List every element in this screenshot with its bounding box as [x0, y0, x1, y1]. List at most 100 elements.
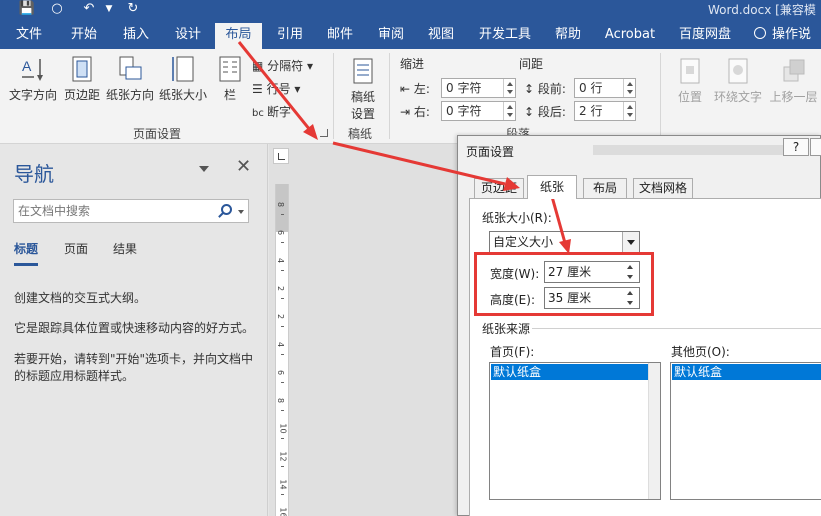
page-setup-group-label: 页面设置: [133, 127, 182, 141]
paper-size-select[interactable]: 自定义大小: [489, 231, 640, 253]
tab-paper[interactable]: 纸张: [527, 175, 577, 199]
first-page-listbox[interactable]: 默认纸盒: [489, 362, 661, 500]
draft-setup-button[interactable]: 稿纸 设置: [343, 57, 383, 122]
spacing-before-input[interactable]: 0 行: [574, 78, 636, 98]
tab-references[interactable]: 引用: [268, 20, 312, 49]
list-item[interactable]: 默认纸盒: [672, 364, 821, 380]
annotation-highlight-box: [474, 252, 654, 316]
text-direction-button[interactable]: A 文字方向: [6, 55, 60, 103]
orientation-icon: [119, 56, 142, 80]
indent-right-label: ⇥ 右:: [400, 105, 430, 119]
undo-dropdown-icon[interactable]: ▼: [100, 1, 118, 17]
line-numbers-icon: ☰: [252, 82, 267, 96]
position-button[interactable]: 位置: [673, 57, 707, 105]
ruler-tick: [281, 410, 284, 411]
size-button[interactable]: 纸张大小: [157, 55, 209, 103]
other-pages-listbox[interactable]: 默认纸盒: [670, 362, 821, 500]
spacing-before-spinner[interactable]: [623, 79, 635, 97]
tab-tell-me[interactable]: 操作说明: [754, 20, 821, 71]
navigation-pane: 导航 ✕ 在文档中搜索 标题 页面 结果 创建文档的交互式大纲。 它是跟踪具体位…: [0, 144, 268, 516]
nav-help-text: 创建文档的交互式大纲。: [14, 291, 147, 305]
scrollbar[interactable]: [648, 363, 660, 499]
ruler-tick: [281, 214, 284, 215]
tab-acrobat[interactable]: Acrobat: [600, 20, 660, 49]
page-setup-launcher-icon[interactable]: [320, 129, 328, 137]
autosave-icon[interactable]: ○: [48, 1, 66, 17]
close-icon[interactable]: ✕: [236, 156, 251, 177]
help-button[interactable]: ?: [783, 138, 809, 156]
tab-margins[interactable]: 页边距: [474, 178, 524, 198]
spacing-after-input[interactable]: 2 行: [574, 101, 636, 121]
ribbon-tabs: 文件 开始 插入 设计 布局 引用 邮件 审阅 视图 开发工具 帮助 Acrob…: [0, 20, 821, 71]
ruler-tick: [281, 354, 284, 355]
tab-mailings[interactable]: 邮件: [318, 20, 362, 49]
group-separator: [333, 53, 334, 139]
ruler-number: 4: [276, 257, 286, 264]
tab-stop-selector-icon[interactable]: [273, 148, 289, 164]
paper-size-label: 纸张大小(R):: [482, 211, 552, 225]
tab-review[interactable]: 审阅: [369, 20, 413, 49]
breaks-button[interactable]: ▦ 分隔符 ▾: [252, 57, 313, 74]
nav-options-dropdown-icon[interactable]: [199, 166, 209, 172]
close-button[interactable]: [810, 138, 821, 156]
line-numbers-button[interactable]: ☰ 行号 ▾: [252, 80, 300, 97]
tab-design[interactable]: 设计: [166, 20, 210, 49]
columns-button[interactable]: 栏: [214, 55, 246, 103]
tab-results[interactable]: 结果: [113, 240, 137, 257]
ruler-number: 6: [276, 229, 286, 236]
ruler-number: 4: [276, 341, 286, 348]
ribbon: A 文字方向 页边距 纸张方向 纸张大小 栏 ▦ 分隔符 ▾ ☰ 行号 ▾ bc…: [0, 49, 821, 144]
indent-right-input[interactable]: 0 字符: [441, 101, 516, 121]
undo-icon[interactable]: ↶: [80, 1, 98, 17]
tab-pages[interactable]: 页面: [64, 240, 88, 257]
document-title: Word.docx [兼容模: [708, 3, 816, 17]
tab-layout[interactable]: 布局: [583, 178, 627, 198]
ruler-number: 10: [278, 423, 288, 434]
draft-group-label: 稿纸: [348, 127, 373, 141]
bring-forward-button[interactable]: 上移一层: [766, 57, 821, 105]
paper-size-icon: [172, 56, 194, 82]
ruler-tick: [281, 270, 284, 271]
position-icon: [680, 58, 700, 84]
ruler-tick: [281, 326, 284, 327]
paper-tab-panel: 纸张大小(R): 自定义大小 宽度(W): 27 厘米 高度(E): 35 厘米…: [469, 198, 821, 516]
tab-view[interactable]: 视图: [419, 20, 463, 49]
ruler-number: 6: [276, 369, 286, 376]
ruler-tick: [281, 438, 284, 439]
paper-source-label: 纸张来源: [482, 322, 531, 336]
tab-insert[interactable]: 插入: [114, 20, 158, 49]
ruler-number: 2: [276, 313, 286, 320]
search-input[interactable]: 在文档中搜索: [13, 199, 249, 223]
wrap-text-button[interactable]: 环绕文字: [710, 57, 766, 105]
hyphenation-button[interactable]: bc 断字: [252, 103, 291, 120]
indent-left-spinner[interactable]: [503, 79, 515, 97]
nav-help-text: 它是跟踪具体位置或快速移动内容的好方式。: [14, 321, 255, 335]
indent-left-input[interactable]: 0 字符: [441, 78, 516, 98]
indent-label: 缩进: [400, 57, 425, 71]
margins-icon: [72, 56, 92, 82]
ruler-number: 8: [276, 397, 286, 404]
tab-file[interactable]: 文件: [8, 20, 50, 49]
save-icon[interactable]: 💾: [18, 1, 36, 17]
indent-right-spinner[interactable]: [503, 102, 515, 120]
section-divider: [532, 328, 821, 329]
tab-baidu-netdisk[interactable]: 百度网盘: [672, 20, 738, 49]
tab-developer[interactable]: 开发工具: [473, 20, 537, 49]
tab-home[interactable]: 开始: [62, 20, 106, 49]
margins-button[interactable]: 页边距: [62, 55, 102, 103]
chevron-down-icon[interactable]: [622, 232, 639, 252]
search-icon[interactable]: [221, 204, 232, 215]
orientation-button[interactable]: 纸张方向: [103, 55, 157, 103]
tab-document-grid[interactable]: 文档网格: [633, 178, 693, 198]
list-item[interactable]: 默认纸盒: [491, 364, 659, 380]
draft-paper-icon: [353, 58, 373, 84]
tab-help[interactable]: 帮助: [547, 20, 589, 49]
redo-icon[interactable]: ↻: [124, 1, 142, 17]
spacing-after-spinner[interactable]: [623, 102, 635, 120]
tab-headings[interactable]: 标题: [14, 240, 39, 266]
bring-forward-icon: [783, 59, 804, 82]
vertical-ruler[interactable]: 8 6 4 2 2 4 6 8 10 12 14 16: [275, 184, 289, 516]
search-dropdown-icon[interactable]: [238, 210, 244, 214]
tab-layout[interactable]: 布局: [215, 23, 262, 49]
ruler-tick: [281, 242, 284, 243]
